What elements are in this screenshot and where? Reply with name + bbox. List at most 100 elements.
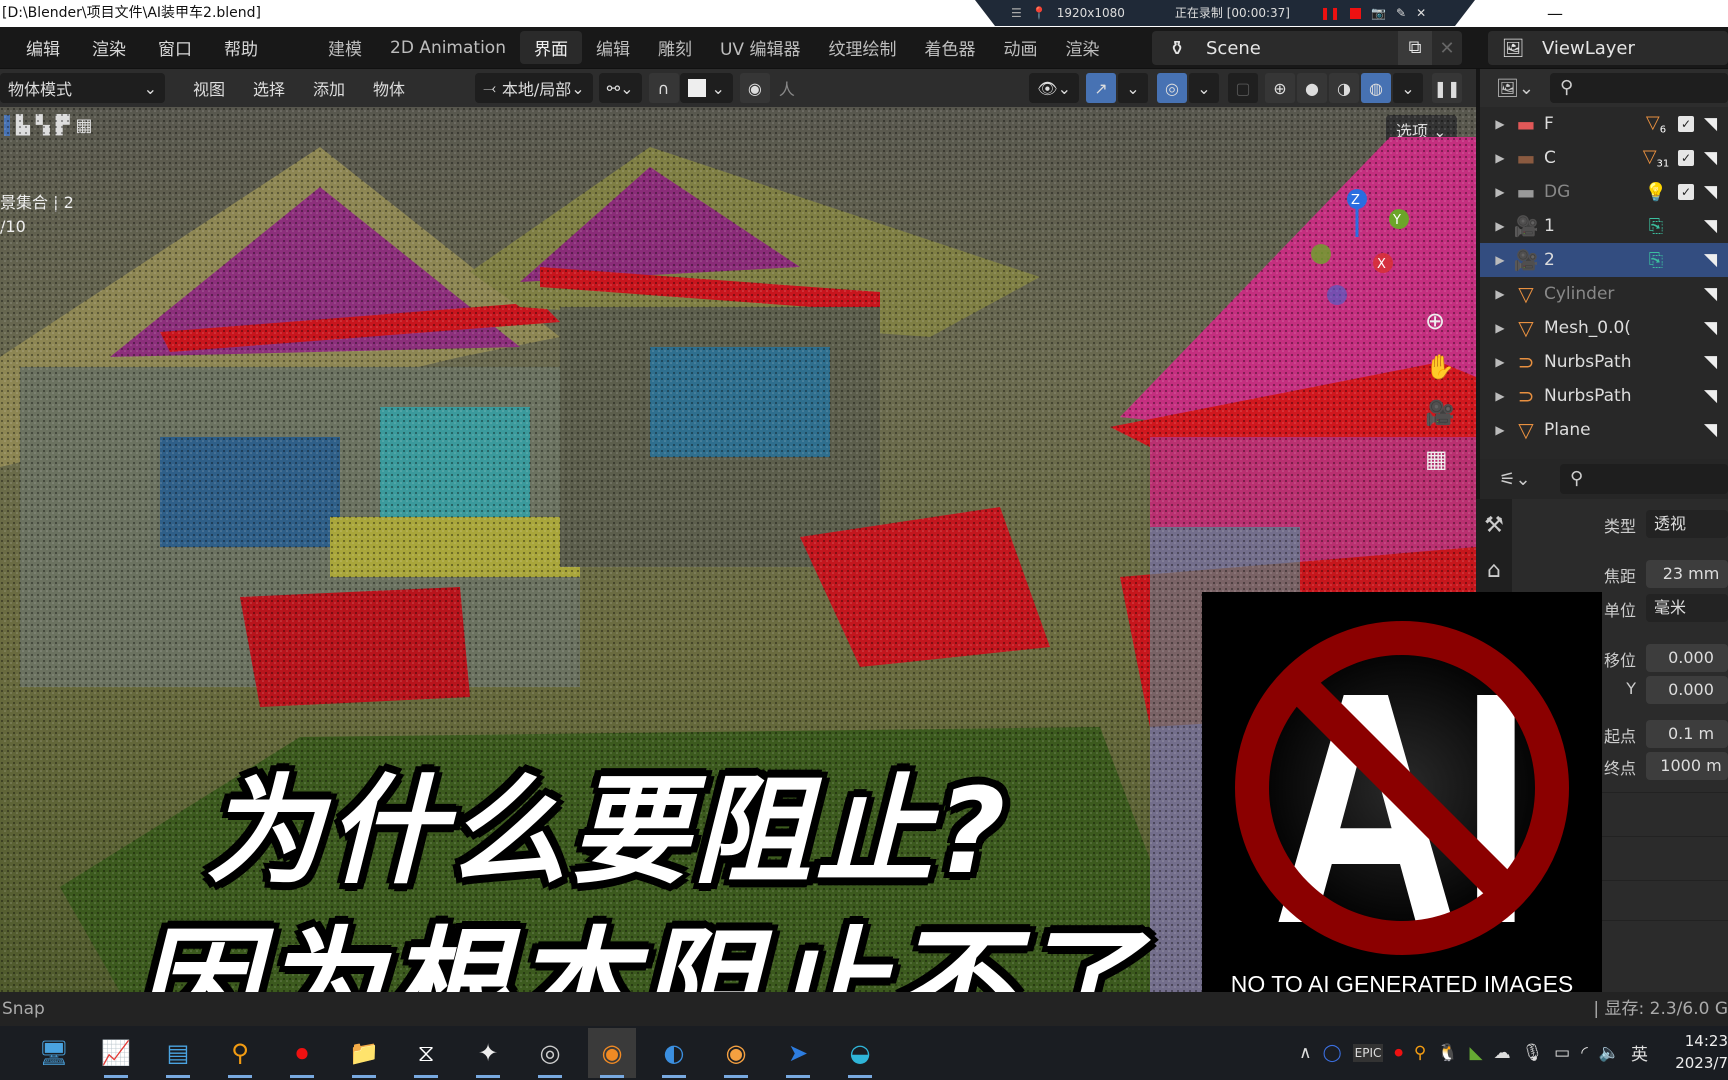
taskbar-app-blender[interactable]: ◉ [588,1028,636,1078]
visibility-pointer-icon[interactable]: ◥ [1704,386,1717,406]
pan-hand-icon[interactable]: ✋ [1425,353,1455,381]
stop-icon[interactable] [1350,7,1362,19]
outliner-item[interactable]: ▶ ▽ Mesh_0.0(◥ [1480,311,1728,345]
taskbar-app-computer[interactable]: 🖥 [30,1028,78,1078]
property-field[interactable]: 23 mm [1646,560,1728,588]
properties-search[interactable]: ⚲ [1560,464,1728,494]
delete-scene-icon[interactable]: ✕ [1432,38,1462,59]
property-field[interactable]: 毫米 [1646,594,1728,622]
visibility-pointer-icon[interactable]: ◥ [1704,250,1717,270]
outliner-item[interactable]: ▶ ▬ C ▽31 ✓ ◥ [1480,141,1728,175]
property-field[interactable]: 0.000 [1646,644,1728,672]
mesh-count-icon[interactable]: ▽6 [1634,112,1678,136]
xray-toggle[interactable]: ▢ [1228,73,1258,103]
snap-selector[interactable]: ⌄ [679,73,733,103]
volume-icon[interactable]: 🔈 [1599,1043,1620,1063]
mesh-count-icon[interactable]: ▽31 [1634,146,1678,170]
taskbar-app-cloud-app[interactable]: ◐ [650,1028,698,1078]
gizmo-toggle[interactable]: ↗ [1086,73,1116,103]
visibility-selector[interactable]: 👁 ⌄ [1029,73,1079,103]
display-mode-icon[interactable]: 🖼⌄ [1490,78,1540,99]
battery-icon[interactable]: ▭ [1554,1043,1570,1063]
taskbar-app-search-tool[interactable]: ⚲ [216,1028,264,1078]
viewlayer-icon[interactable]: 🖼 [1488,38,1538,59]
menu-window[interactable]: 窗口 [142,35,208,60]
expand-arrow-icon[interactable]: ▶ [1480,185,1508,199]
tab-sculpt[interactable]: 雕刻 [644,31,706,64]
taskbar-app-task-manager[interactable]: 📈 [92,1028,140,1078]
wifi-icon[interactable]: ◜ [1581,1043,1588,1063]
ime-indicator[interactable]: 英 [1631,1040,1648,1065]
menu-add[interactable]: 添加 [313,76,345,100]
shading-menu[interactable]: ⌄ [1393,73,1423,103]
tab-2d-animation[interactable]: 2D Animation [376,34,520,62]
exclude-checkbox[interactable]: ✓ [1678,184,1694,200]
minimize-button[interactable]: — [1547,0,1563,27]
expand-arrow-icon[interactable]: ▶ [1480,253,1508,267]
taskbar-app-recorder[interactable]: ⏺ [278,1028,326,1078]
menu-help[interactable]: 帮助 [208,35,274,60]
outliner-item[interactable]: ▶ ▽ Plane ◥ [1480,413,1728,447]
property-field[interactable]: 0.1 m [1646,720,1728,748]
pencil-icon[interactable]: ✎ [1396,0,1406,26]
expand-arrow-icon[interactable]: ▶ [1480,321,1508,335]
exclude-checkbox[interactable]: ✓ [1678,116,1694,132]
microphone-icon[interactable]: 🎙 [1522,1043,1544,1063]
camera-icon[interactable]: 📷 [1371,0,1386,26]
editor-type-icon[interactable]: ⚟⌄ [1490,469,1540,490]
taskbar-app-edge[interactable]: ◒ [836,1028,884,1078]
property-field[interactable]: 透视 [1646,510,1728,538]
menu-edit[interactable]: 编辑 [0,35,76,60]
expand-arrow-icon[interactable]: ▶ [1480,151,1508,165]
scene-name[interactable]: Scene [1202,38,1398,59]
visibility-pointer-icon[interactable]: ◥ [1704,182,1717,202]
viewlayer-selector[interactable]: 🖼 ViewLayer [1488,31,1728,65]
visibility-pointer-icon[interactable]: ◥ [1704,284,1717,304]
outliner-item[interactable]: ▶ ⊃ NurbsPath ◥ [1480,379,1728,413]
shading-material[interactable]: ◑ [1329,73,1359,103]
camera-data-icon[interactable]: ⎘ [1634,250,1678,271]
expand-arrow-icon[interactable]: ▶ [1480,117,1508,131]
chevron-up-icon[interactable]: ∧ [1299,1043,1311,1063]
visibility-pointer-icon[interactable]: ◥ [1704,148,1717,168]
transform-orientation[interactable]: ⤙ 本地/局部 ⌄ [475,73,593,103]
outliner-item[interactable]: ▶ 🎥 1 ⎘ ◥ [1480,209,1728,243]
taskbar-app-capcut[interactable]: ⧖ [402,1028,450,1078]
clock[interactable]: 14:23 2023/7 [1648,1030,1728,1074]
viewlayer-name[interactable]: ViewLayer [1538,38,1728,59]
zoom-icon[interactable]: ⊕ [1425,307,1455,335]
taskbar-app-control-panel[interactable]: ▤ [154,1028,202,1078]
visibility-pointer-icon[interactable]: ◥ [1704,216,1717,236]
mode-selector[interactable]: 物体模式 ⌄ [0,73,165,103]
expand-arrow-icon[interactable]: ▶ [1480,219,1508,233]
snap-toggle[interactable]: ∩ [648,73,679,103]
pivot-selector[interactable]: ⚯ ⌄ [598,73,642,103]
camera-data-icon[interactable]: ⎘ [1634,216,1678,237]
outliner-search[interactable]: ⚲ [1550,73,1728,103]
close-icon[interactable]: ✕ [1416,0,1426,26]
proportional-edit-toggle[interactable]: ◉ [739,73,770,103]
search-tool-icon[interactable]: ⚲ [1414,1043,1426,1063]
shading-solid[interactable]: ● [1297,73,1327,103]
pause-icon[interactable]: ❚❚ [1320,0,1340,26]
menu-view[interactable]: 视图 [193,76,225,100]
property-field[interactable]: 1000 m [1646,752,1728,780]
outliner-item[interactable]: ▶ ▬ DG 💡 ✓ ◥ [1480,175,1728,209]
pin-icon[interactable]: 📍 [1032,0,1047,26]
menu-select[interactable]: 选择 [253,76,285,100]
visibility-pointer-icon[interactable]: ◥ [1704,114,1717,134]
tab-rendering[interactable]: 渲染 [1051,31,1113,64]
new-scene-icon[interactable]: ⧉ [1398,31,1432,65]
menu-object[interactable]: 物体 [373,76,405,100]
onedrive-icon[interactable]: ☁ [1494,1043,1511,1063]
qq-icon[interactable]: 🐧 [1437,1043,1458,1063]
outliner-item[interactable]: ▶ ▽ Cylinder ◥ [1480,277,1728,311]
tab-modeling[interactable]: 建模 [314,31,376,64]
shading-wireframe[interactable]: ⊕ [1265,73,1295,103]
outliner-item[interactable]: ▶ ⊃ NurbsPath ◥ [1480,345,1728,379]
tab-uv-editing[interactable]: UV 编辑器 [706,31,814,64]
property-field[interactable]: 0.000 [1646,676,1728,704]
expand-arrow-icon[interactable]: ▶ [1480,287,1508,301]
pause-render-button[interactable]: ❚❚ [1432,73,1462,103]
tab-texture-paint[interactable]: 纹理绘制 [814,31,910,64]
